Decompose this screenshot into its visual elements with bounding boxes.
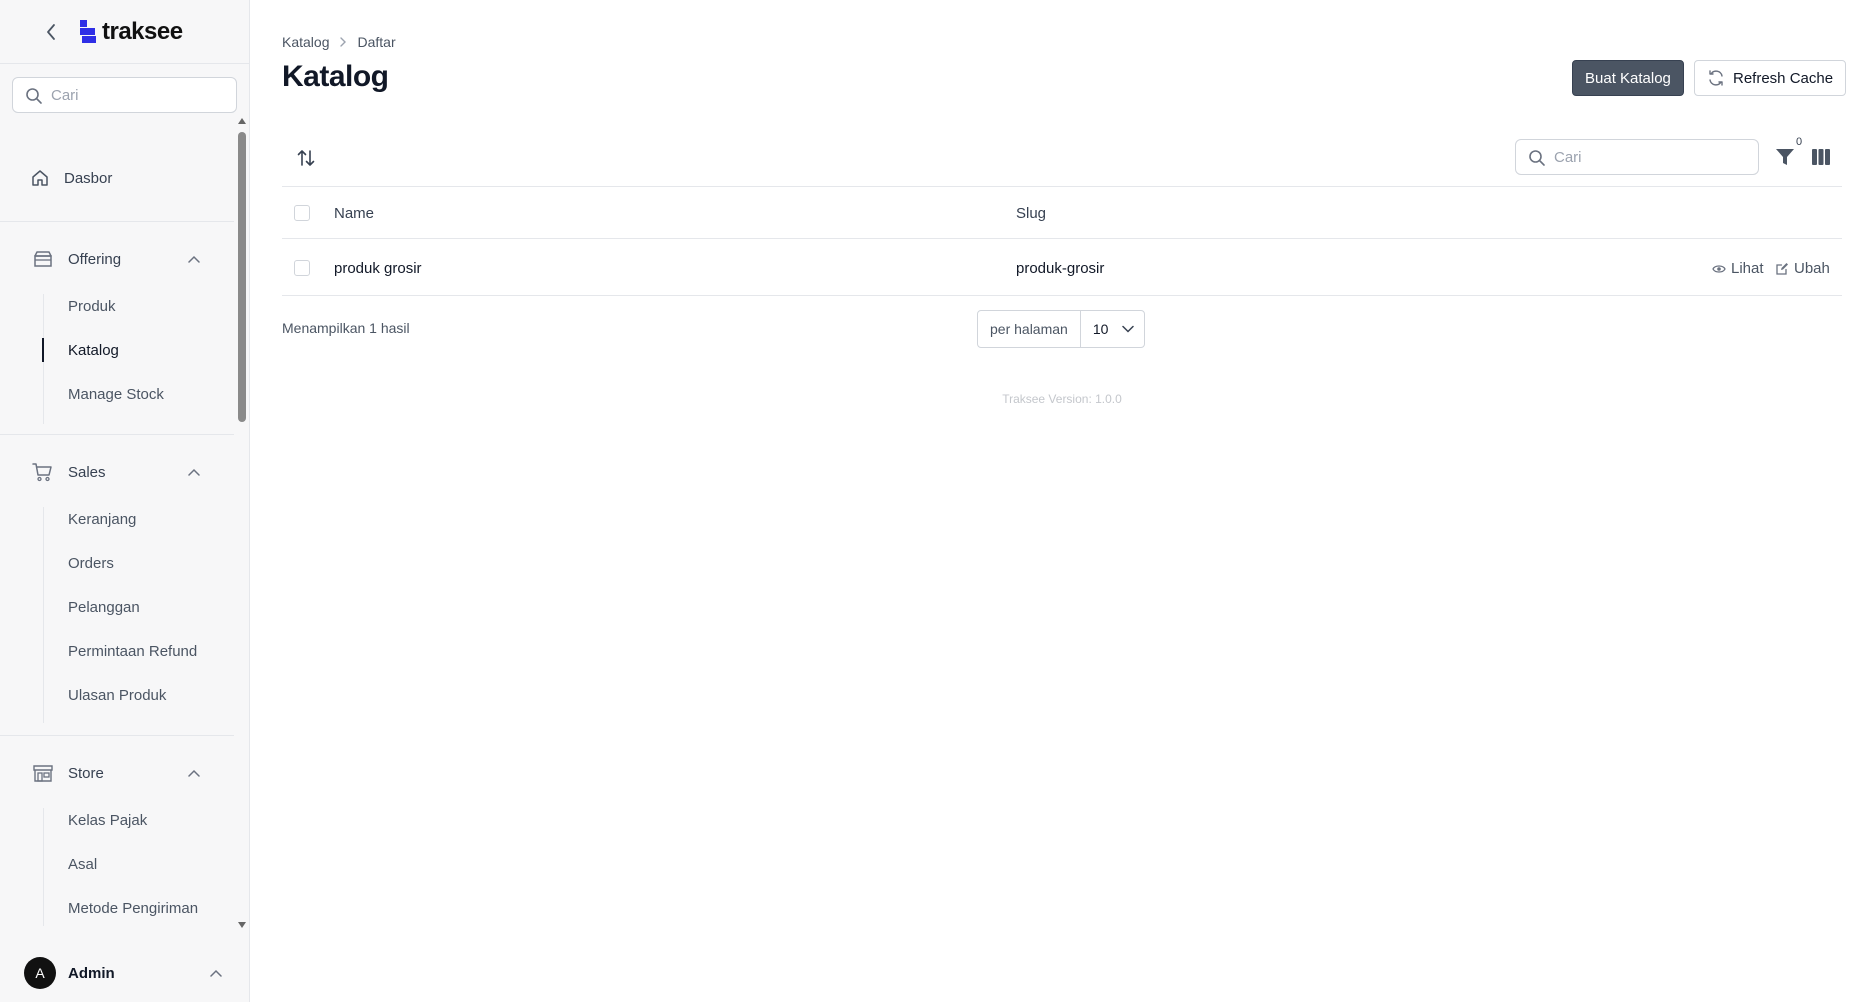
sidebar-item-label: Dasbor xyxy=(64,169,113,187)
version-text: Traksee Version: 1.0.0 xyxy=(1002,392,1122,406)
chevron-right-icon xyxy=(340,37,347,47)
table-search-input[interactable]: Cari xyxy=(1515,139,1759,175)
column-header-name[interactable]: Name xyxy=(334,205,374,222)
chevron-down-icon xyxy=(1122,325,1135,333)
select-all-checkbox[interactable] xyxy=(294,205,310,221)
brand-name: traksee xyxy=(102,17,183,45)
page-title: Katalog xyxy=(282,60,389,93)
brand-logo[interactable]: traksee xyxy=(78,18,183,46)
sidebar-item-kelas-pajak[interactable]: Kelas Pajak xyxy=(68,812,147,829)
traksee-logo-icon xyxy=(80,19,96,43)
sidebar-group-line xyxy=(43,507,44,723)
table-search-placeholder: Cari xyxy=(1554,148,1582,166)
sidebar-item-dashboard[interactable]: Dasbor xyxy=(30,168,112,188)
chevron-up-icon xyxy=(210,969,222,977)
breadcrumb-item-katalog[interactable]: Katalog xyxy=(282,34,329,50)
view-label: Lihat xyxy=(1731,260,1764,277)
filter-icon[interactable] xyxy=(1774,146,1796,168)
breadcrumb-item-daftar: Daftar xyxy=(357,34,396,50)
sidebar-header: traksee xyxy=(0,0,249,64)
archive-icon xyxy=(34,251,52,267)
sidebar-item-produk[interactable]: Produk xyxy=(68,298,116,315)
cell-slug: produk-grosir xyxy=(1016,260,1105,277)
sidebar-scrollbar[interactable] xyxy=(237,118,247,928)
sidebar-group-label: Store xyxy=(68,764,104,782)
eye-icon xyxy=(1712,264,1726,273)
chevron-up-icon xyxy=(188,468,200,476)
breadcrumb: Katalog Daftar xyxy=(282,34,396,50)
sidebar-group-label: Sales xyxy=(68,463,106,481)
sidebar-divider xyxy=(0,221,234,222)
sidebar-group-label: Offering xyxy=(68,250,122,268)
search-icon xyxy=(26,88,42,104)
sort-arrows-icon xyxy=(297,150,315,166)
sidebar-group-sales[interactable]: Sales xyxy=(32,462,200,482)
create-catalog-button[interactable]: Buat Katalog xyxy=(1572,60,1684,96)
per-page-selector: per halaman 10 xyxy=(977,310,1146,348)
sort-button[interactable] xyxy=(294,146,318,170)
sidebar-search-placeholder: Cari xyxy=(51,86,79,104)
sidebar-item-permintaan-refund[interactable]: Permintaan Refund xyxy=(68,643,197,660)
sidebar-item-pelanggan[interactable]: Pelanggan xyxy=(68,599,140,616)
search-icon xyxy=(1529,150,1545,166)
view-row-button[interactable]: Lihat xyxy=(1712,260,1764,277)
edit-icon xyxy=(1776,262,1788,275)
sidebar-group-offering[interactable]: Offering xyxy=(32,249,200,269)
user-name: Admin xyxy=(68,964,115,982)
column-header-slug[interactable]: Slug xyxy=(1016,205,1046,222)
sidebar-divider xyxy=(0,735,234,736)
columns-icon[interactable] xyxy=(1810,146,1832,168)
chevron-up-icon xyxy=(188,255,200,263)
table-header: Name Slug xyxy=(282,187,1842,239)
active-indicator xyxy=(42,338,44,362)
sidebar-divider xyxy=(0,434,234,435)
sidebar-item-metode-pengiriman[interactable]: Metode Pengiriman xyxy=(68,900,198,917)
sidebar: traksee Cari Dasbor Offering Produk Kata… xyxy=(0,0,250,1002)
store-icon xyxy=(33,765,53,782)
sidebar-search-input[interactable]: Cari xyxy=(12,77,237,113)
row-checkbox[interactable] xyxy=(294,260,310,276)
sidebar-item-asal[interactable]: Asal xyxy=(68,856,97,873)
filter-count-badge: 0 xyxy=(1796,136,1803,148)
sidebar-group-line xyxy=(43,808,44,926)
results-count: Menampilkan 1 hasil xyxy=(282,320,410,336)
scroll-up-arrow-icon[interactable] xyxy=(238,118,246,124)
user-menu[interactable]: A Admin xyxy=(0,944,250,1002)
create-catalog-label: Buat Katalog xyxy=(1585,69,1671,87)
chevron-left-icon xyxy=(47,23,55,40)
shopping-cart-icon xyxy=(32,463,52,482)
sidebar-nav: Dasbor Offering Produk Katalog Manage St… xyxy=(0,118,250,926)
cell-name: produk grosir xyxy=(334,260,422,277)
sidebar-item-orders[interactable]: Orders xyxy=(68,555,114,572)
table-row: produk grosir produk-grosir Lihat Ubah xyxy=(282,240,1842,296)
sidebar-group-store[interactable]: Store xyxy=(32,763,200,783)
per-page-label: per halaman xyxy=(978,311,1081,347)
collapse-sidebar-button[interactable] xyxy=(40,21,62,43)
per-page-select[interactable]: 10 xyxy=(1081,311,1145,347)
sidebar-item-ulasan-produk[interactable]: Ulasan Produk xyxy=(68,687,166,704)
sidebar-item-katalog[interactable]: Katalog xyxy=(68,342,119,359)
edit-label: Ubah xyxy=(1794,260,1830,277)
refresh-cache-button[interactable]: Refresh Cache xyxy=(1694,60,1847,96)
main-content: Katalog Daftar Katalog Buat Katalog Refr… xyxy=(250,0,1874,1002)
sidebar-item-keranjang[interactable]: Keranjang xyxy=(68,511,136,528)
avatar: A xyxy=(24,957,56,989)
refresh-cache-label: Refresh Cache xyxy=(1733,69,1834,87)
home-icon xyxy=(32,170,48,186)
per-page-value: 10 xyxy=(1092,321,1109,337)
sidebar-item-manage-stock[interactable]: Manage Stock xyxy=(68,386,164,403)
chevron-up-icon xyxy=(188,769,200,777)
scroll-down-arrow-icon[interactable] xyxy=(238,922,246,928)
refresh-icon xyxy=(1709,70,1723,86)
scrollbar-thumb[interactable] xyxy=(238,132,246,422)
edit-row-button[interactable]: Ubah xyxy=(1775,260,1830,277)
